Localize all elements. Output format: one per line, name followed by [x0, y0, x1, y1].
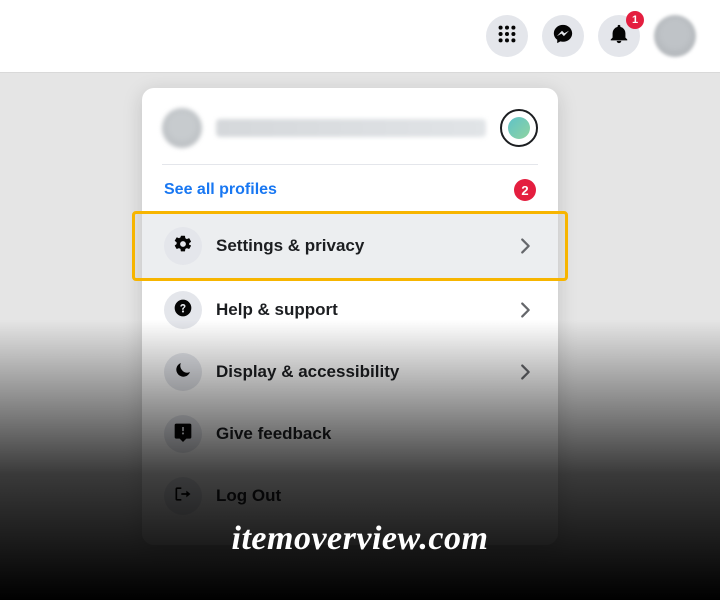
menu-item-label: Give feedback: [216, 424, 536, 444]
watermark-text: itemoverview.com: [0, 520, 720, 558]
menu-item-label: Log Out: [216, 486, 536, 506]
profiles-count-badge: 2: [514, 179, 536, 201]
profile-name-redacted: [216, 119, 486, 137]
avatar: [162, 108, 202, 148]
menu-item-log-out[interactable]: Log Out: [150, 465, 550, 527]
messenger-button[interactable]: [542, 15, 584, 57]
menu-item-label: Display & accessibility: [216, 362, 500, 382]
notifications-button[interactable]: 1: [598, 15, 640, 57]
menu-item-help-support[interactable]: Help & support: [150, 279, 550, 341]
see-all-profiles-link[interactable]: See all profiles 2: [150, 167, 550, 213]
grid-icon: [496, 23, 518, 50]
top-bar: 1: [0, 0, 720, 72]
account-menu: See all profiles 2 Settings & privacy He…: [142, 88, 558, 545]
chevron-right-icon: [514, 235, 536, 257]
messenger-icon: [552, 23, 574, 50]
divider: [162, 164, 538, 165]
see-all-profiles-label: See all profiles: [164, 181, 277, 199]
logout-icon: [173, 484, 193, 509]
notification-badge: 1: [626, 11, 644, 29]
feedback-icon: [173, 422, 193, 447]
menu-item-give-feedback[interactable]: Give feedback: [150, 403, 550, 465]
menu-item-settings-privacy[interactable]: Settings & privacy: [142, 213, 558, 279]
menu-item-label: Settings & privacy: [216, 236, 500, 256]
apps-button[interactable]: [486, 15, 528, 57]
bell-icon: [608, 23, 630, 50]
question-icon: [173, 298, 193, 323]
gear-icon: [173, 234, 193, 259]
moon-icon: [173, 360, 193, 385]
story-ring-icon: [500, 109, 538, 147]
menu-item-label: Help & support: [216, 300, 500, 320]
account-avatar-button[interactable]: [654, 15, 696, 57]
menu-item-display-accessibility[interactable]: Display & accessibility: [150, 341, 550, 403]
chevron-right-icon: [514, 299, 536, 321]
chevron-right-icon: [514, 361, 536, 383]
profile-row[interactable]: [150, 98, 550, 158]
